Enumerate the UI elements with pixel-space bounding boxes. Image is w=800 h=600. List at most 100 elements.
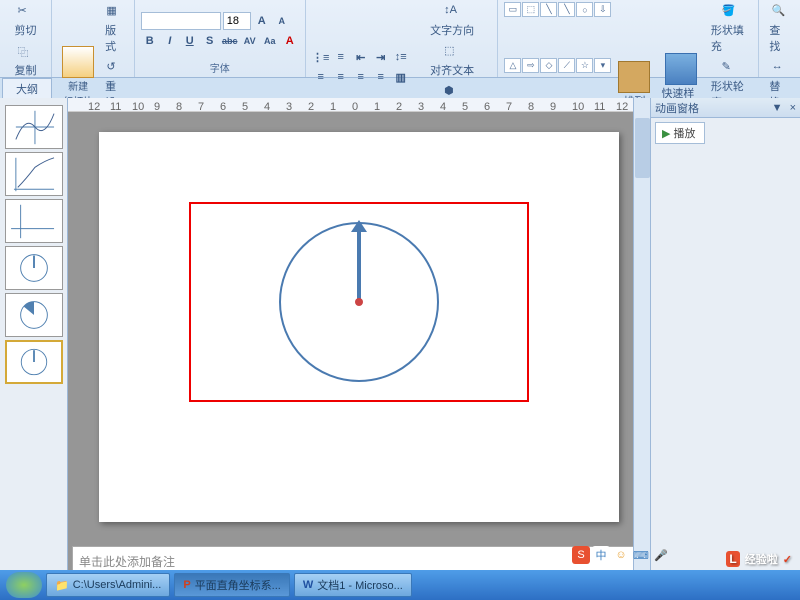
clock-center-dot[interactable] [355, 298, 363, 306]
thumb-21[interactable] [5, 340, 63, 384]
styles-icon [665, 53, 697, 85]
text-direction-button[interactable]: ↕A文字方向 [413, 2, 492, 40]
align-right-button[interactable]: ≡ [352, 68, 370, 86]
shape-oval[interactable]: ○ [576, 2, 593, 17]
font-family-select[interactable] [141, 12, 221, 30]
vertical-scrollbar[interactable] [633, 98, 650, 578]
shape-curve[interactable]: ⟋ [558, 58, 575, 73]
shape-tri[interactable]: △ [504, 58, 521, 73]
clipboard-group: ✂剪切 ⿻复制 🖌格式刷 剪贴板 [0, 0, 52, 77]
horizontal-ruler[interactable]: 1211109876543210123456789101112 [68, 98, 650, 112]
line-spacing-button[interactable]: ↕≡ [392, 48, 410, 66]
animation-pane: 动画窗格 ▼ × ▶ 播放 [650, 98, 800, 578]
word-icon: W [303, 579, 313, 591]
clock-arrow-shape [351, 220, 367, 232]
anim-play-button[interactable]: ▶ 播放 [655, 122, 705, 144]
direction-icon: ↕A [444, 4, 460, 20]
task-word[interactable]: W文档1 - Microso... [294, 573, 412, 597]
find-icon: 🔍 [772, 4, 788, 20]
slide-edit-area: 1211109876543210123456789101112 单击此处添加备注 [68, 98, 650, 578]
scroll-thumb[interactable] [635, 118, 650, 178]
justify-button[interactable]: ≡ [372, 68, 390, 86]
anim-pane-title: 动画窗格 [655, 100, 699, 116]
shape-line2[interactable]: ╲ [558, 2, 575, 17]
shape-star[interactable]: ☆ [576, 58, 593, 73]
slide-thumbnail-panel[interactable] [0, 98, 68, 578]
align-center-button[interactable]: ≡ [332, 68, 350, 86]
anim-pane-header: 动画窗格 ▼ × [651, 98, 800, 118]
watermark-logo: L 经验啦 ✓ [726, 547, 792, 568]
arrange-icon [618, 61, 650, 93]
font-size-select[interactable]: 18 [223, 12, 251, 30]
align-text-button[interactable]: ⬚对齐文本 [413, 42, 492, 80]
thumb-17[interactable] [5, 152, 63, 196]
grow-font-button[interactable]: A [253, 12, 271, 30]
reset-icon: ↺ [106, 60, 122, 76]
shape-text[interactable]: ⬚ [522, 2, 539, 17]
shape-rect[interactable]: ▭ [504, 2, 521, 17]
indent-plus-button[interactable]: ⇥ [372, 48, 390, 66]
ime-lang-button[interactable]: 中 [592, 546, 610, 564]
font-label: 字体 [141, 59, 299, 75]
strike-button[interactable]: abc [221, 32, 239, 50]
outline-icon: ✎ [722, 60, 738, 76]
case-button[interactable]: Aa [261, 32, 279, 50]
cut-button[interactable]: ✂剪切 [6, 2, 45, 40]
bold-button[interactable]: B [141, 32, 159, 50]
copy-button[interactable]: ⿻复制 [6, 42, 45, 80]
workspace: 1211109876543210123456789101112 单击此处添加备注… [0, 98, 800, 578]
copy-icon: ⿻ [18, 44, 34, 60]
slide-canvas[interactable] [99, 132, 619, 522]
slides-group: 新建 幻灯片 ▦版式 ↺重设 ▭节 幻灯片 [52, 0, 135, 77]
numbering-button[interactable]: ≡ [332, 48, 350, 66]
thumb-18[interactable] [5, 199, 63, 243]
ppt-icon: P [183, 579, 190, 591]
play-icon: ▶ [662, 127, 670, 140]
anim-pane-close[interactable]: × [790, 102, 796, 114]
task-powerpoint[interactable]: P平面直角坐标系... [174, 573, 290, 597]
new-slide-icon [62, 46, 94, 78]
bullets-button[interactable]: ⋮≡ [312, 48, 330, 66]
find-button[interactable]: 🔍查找 [765, 2, 794, 56]
shape-fill-button[interactable]: 🪣形状填充 [707, 2, 752, 56]
shape-line[interactable]: ╲ [540, 2, 557, 17]
spacing-button[interactable]: AV [241, 32, 259, 50]
italic-button[interactable]: I [161, 32, 179, 50]
shadow-button[interactable]: S [201, 32, 219, 50]
paragraph-group: ⋮≡ ≡ ⇤ ⇥ ↕≡ ≡ ≡ ≡ ≡ ▥ ↕A文字方向 ⬚对齐文本 ⬢转换为 … [306, 0, 499, 77]
font-group: 18 A A B I U S abc AV Aa A 字体 [135, 0, 306, 77]
indent-minus-button[interactable]: ⇤ [352, 48, 370, 66]
thumb-16[interactable] [5, 105, 63, 149]
ime-emoji-icon[interactable]: ☺ [612, 546, 630, 564]
columns-button[interactable]: ▥ [392, 68, 410, 86]
clock-hand-shape[interactable] [357, 227, 361, 305]
shape-arrow-down[interactable]: ⇩ [594, 2, 611, 17]
fill-icon: 🪣 [722, 4, 738, 20]
editing-group: 🔍查找 ↔替换 ⬚选择 编辑 [759, 0, 800, 77]
layout-icon: ▦ [106, 4, 122, 20]
sogou-ime-bar[interactable]: S 中 ☺ ⌨ 🎤 [572, 546, 670, 564]
outline-tab-button[interactable]: 大纲 [2, 78, 52, 98]
anim-pane-dropdown[interactable]: ▼ [772, 102, 783, 114]
slide-viewport [68, 112, 650, 542]
folder-icon: 📁 [55, 579, 69, 592]
sogou-logo-icon[interactable]: S [572, 546, 590, 564]
ribbon: ✂剪切 ⿻复制 🖌格式刷 剪贴板 新建 幻灯片 ▦版式 ↺重设 ▭节 幻灯片 1… [0, 0, 800, 78]
windows-taskbar[interactable]: 📁C:\Users\Admini... P平面直角坐标系... W文档1 - M… [0, 570, 800, 600]
start-button[interactable] [6, 572, 42, 598]
layout-button[interactable]: ▦版式 [101, 2, 128, 56]
task-explorer[interactable]: 📁C:\Users\Admini... [46, 573, 170, 597]
ime-mic-icon[interactable]: 🎤 [652, 546, 670, 564]
thumb-20[interactable] [5, 293, 63, 337]
shape-diamond[interactable]: ◇ [540, 58, 557, 73]
align-icon: ⬚ [444, 44, 460, 60]
replace-icon: ↔ [772, 60, 788, 76]
shape-more[interactable]: ▾ [594, 58, 611, 73]
font-color-button[interactable]: A [281, 32, 299, 50]
shrink-font-button[interactable]: A [273, 12, 291, 30]
underline-button[interactable]: U [181, 32, 199, 50]
shape-arrow[interactable]: ⇨ [522, 58, 539, 73]
align-left-button[interactable]: ≡ [312, 68, 330, 86]
thumb-19[interactable] [5, 246, 63, 290]
ime-keyboard-icon[interactable]: ⌨ [632, 546, 650, 564]
